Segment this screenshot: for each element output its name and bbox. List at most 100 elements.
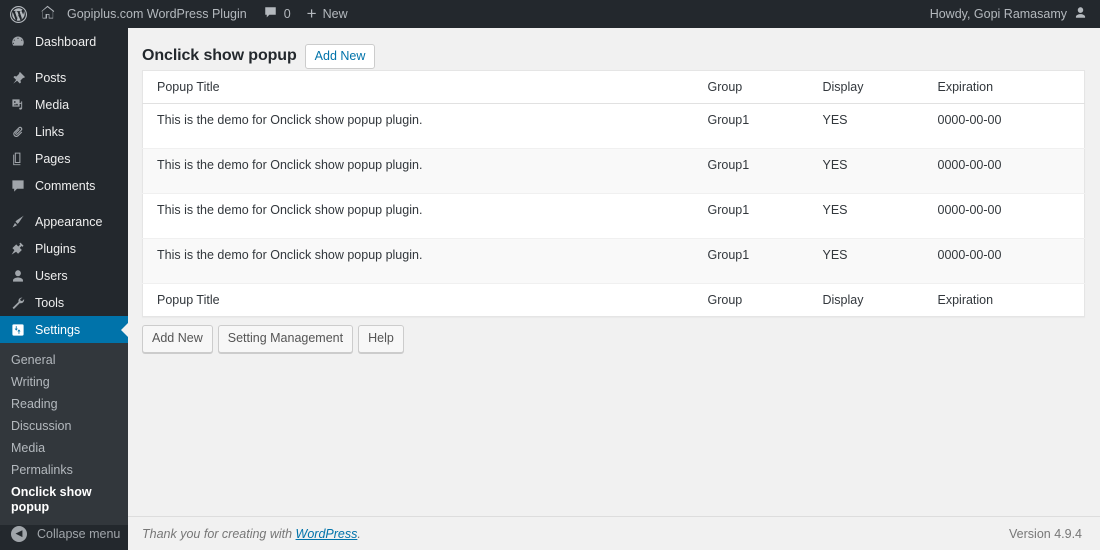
collapse-menu-button[interactable]: ◀ Collapse menu — [0, 516, 128, 550]
popup-list-table: Popup Title Group Display Expiration Thi… — [142, 70, 1085, 317]
wordpress-version: Version 4.9.4 — [1009, 526, 1082, 541]
table-footer-row: Popup Title Group Display Expiration — [142, 283, 1085, 317]
my-account-menu[interactable]: Howdy, Gopi Ramasamy — [922, 0, 1100, 28]
table-row[interactable]: This is the demo for Onclick show popup … — [142, 148, 1085, 194]
comment-icon — [9, 177, 26, 194]
table-row[interactable]: This is the demo for Onclick show popup … — [142, 194, 1085, 239]
submenu-item-general[interactable]: General — [0, 349, 128, 371]
cell-popup-title: This is the demo for Onclick show popup … — [157, 248, 423, 262]
cell-expiration: 0000-00-00 — [937, 203, 1002, 217]
cell-display: YES — [822, 158, 848, 172]
admin-bar: Gopiplus.com WordPress Plugin 0 + New Ho… — [0, 0, 1100, 28]
sidebar-item-label: Comments — [35, 178, 96, 193]
sidebar-item-label: Plugins — [35, 241, 76, 256]
collapse-arrow-icon: ◀ — [11, 525, 27, 542]
table-header-row: Popup Title Group Display Expiration — [142, 71, 1085, 104]
table-row[interactable]: This is the demo for Onclick show popup … — [142, 104, 1085, 149]
user-avatar-icon — [1073, 5, 1088, 23]
column-footer-group[interactable]: Group — [698, 284, 813, 317]
column-header-expiration[interactable]: Expiration — [928, 71, 1085, 104]
submenu-item-writing[interactable]: Writing — [0, 371, 128, 393]
table-body: This is the demo for Onclick show popup … — [142, 104, 1085, 284]
column-header-display[interactable]: Display — [813, 71, 928, 104]
sidebar-item-pages[interactable]: Pages — [0, 145, 128, 172]
plus-icon: + — [306, 3, 317, 23]
cell-expiration: 0000-00-00 — [937, 113, 1002, 127]
submenu-item-onclick-show-popup[interactable]: Onclick show popup — [0, 481, 128, 518]
sidebar-item-dashboard[interactable]: Dashboard — [0, 28, 128, 55]
sidebar-item-appearance[interactable]: Appearance — [0, 208, 128, 235]
footer-thankyou: Thank you for creating with WordPress. — [142, 527, 361, 541]
wordpress-link[interactable]: WordPress — [296, 527, 358, 541]
sidebar-item-users[interactable]: Users — [0, 262, 128, 289]
add-new-button[interactable]: Add New — [142, 325, 213, 353]
comments-menu[interactable]: 0 — [255, 0, 299, 28]
sidebar-item-label: Pages — [35, 151, 71, 166]
cell-group: Group1 — [707, 203, 750, 217]
wp-admin-screen: Gopiplus.com WordPress Plugin 0 + New Ho… — [0, 0, 1100, 550]
table-row[interactable]: This is the demo for Onclick show popup … — [142, 238, 1085, 284]
cell-group: Group1 — [707, 113, 750, 127]
table-action-buttons: Add New Setting Management Help — [128, 317, 1100, 353]
add-new-button-top[interactable]: Add New — [304, 43, 376, 70]
sidebar-item-label: Tools — [35, 295, 65, 310]
sidebar-item-label: Links — [35, 124, 65, 139]
appearance-brush-icon — [9, 213, 26, 230]
sidebar-item-label: Settings — [35, 322, 81, 337]
sidebar-item-label: Media — [35, 97, 70, 112]
admin-sidebar: Dashboard Posts Media Links Pages Commen… — [0, 28, 129, 550]
sidebar-item-tools[interactable]: Tools — [0, 289, 128, 316]
table-head: Popup Title Group Display Expiration — [142, 71, 1085, 104]
new-content-menu[interactable]: + New — [299, 0, 356, 28]
column-footer-display[interactable]: Display — [813, 284, 928, 317]
site-name-menu[interactable]: Gopiplus.com WordPress Plugin — [36, 0, 255, 28]
cell-popup-title: This is the demo for Onclick show popup … — [157, 113, 423, 127]
tools-wrench-icon — [9, 294, 26, 311]
sidebar-separator — [0, 199, 128, 208]
sidebar-item-settings[interactable]: Settings — [0, 316, 129, 343]
submenu-item-media[interactable]: Media — [0, 437, 128, 459]
plugin-icon — [9, 240, 26, 257]
pin-icon — [9, 69, 26, 86]
column-footer-expiration[interactable]: Expiration — [928, 284, 1085, 317]
cell-display: YES — [822, 203, 848, 217]
submenu-item-permalinks[interactable]: Permalinks — [0, 459, 128, 481]
cell-display: YES — [822, 113, 848, 127]
comment-bubble-icon — [263, 5, 278, 23]
column-header-popup-title[interactable]: Popup Title — [143, 71, 698, 104]
sidebar-item-links[interactable]: Links — [0, 118, 128, 145]
footer-thanks-suffix: . — [357, 526, 361, 541]
home-icon — [40, 5, 55, 23]
footer-thanks-prefix: Thank you for creating with — [142, 526, 296, 541]
comments-count: 0 — [283, 7, 291, 21]
cell-expiration: 0000-00-00 — [937, 248, 1002, 262]
pages-icon — [9, 150, 26, 167]
collapse-menu-label: Collapse menu — [37, 526, 121, 541]
sidebar-item-label: Users — [35, 268, 68, 283]
wordpress-logo-button[interactable] — [0, 0, 36, 28]
cell-display: YES — [822, 248, 848, 262]
new-content-label: New — [322, 7, 348, 21]
main-content: Onclick show popup Add New Popup Title G… — [128, 28, 1100, 550]
column-header-group[interactable]: Group — [698, 71, 813, 104]
sidebar-item-label: Dashboard — [35, 34, 97, 49]
submenu-item-discussion[interactable]: Discussion — [0, 415, 128, 437]
cell-group: Group1 — [707, 158, 750, 172]
settings-sliders-icon — [9, 321, 26, 338]
popup-table-container: Popup Title Group Display Expiration Thi… — [128, 70, 1100, 317]
submenu-item-reading[interactable]: Reading — [0, 393, 128, 415]
sidebar-item-plugins[interactable]: Plugins — [0, 235, 128, 262]
setting-management-button[interactable]: Setting Management — [217, 325, 354, 353]
help-button[interactable]: Help — [358, 325, 404, 353]
sidebar-item-posts[interactable]: Posts — [0, 64, 128, 91]
table-foot: Popup Title Group Display Expiration — [142, 283, 1085, 317]
sidebar-item-media[interactable]: Media — [0, 91, 128, 118]
dashboard-icon — [9, 33, 26, 50]
column-footer-popup-title[interactable]: Popup Title — [143, 284, 698, 317]
cell-popup-title: This is the demo for Onclick show popup … — [157, 203, 423, 217]
users-icon — [9, 267, 26, 284]
sidebar-item-label: Posts — [35, 70, 67, 85]
sidebar-item-comments[interactable]: Comments — [0, 172, 128, 199]
page-title: Onclick show popup — [142, 46, 297, 64]
sidebar-separator — [0, 55, 128, 64]
